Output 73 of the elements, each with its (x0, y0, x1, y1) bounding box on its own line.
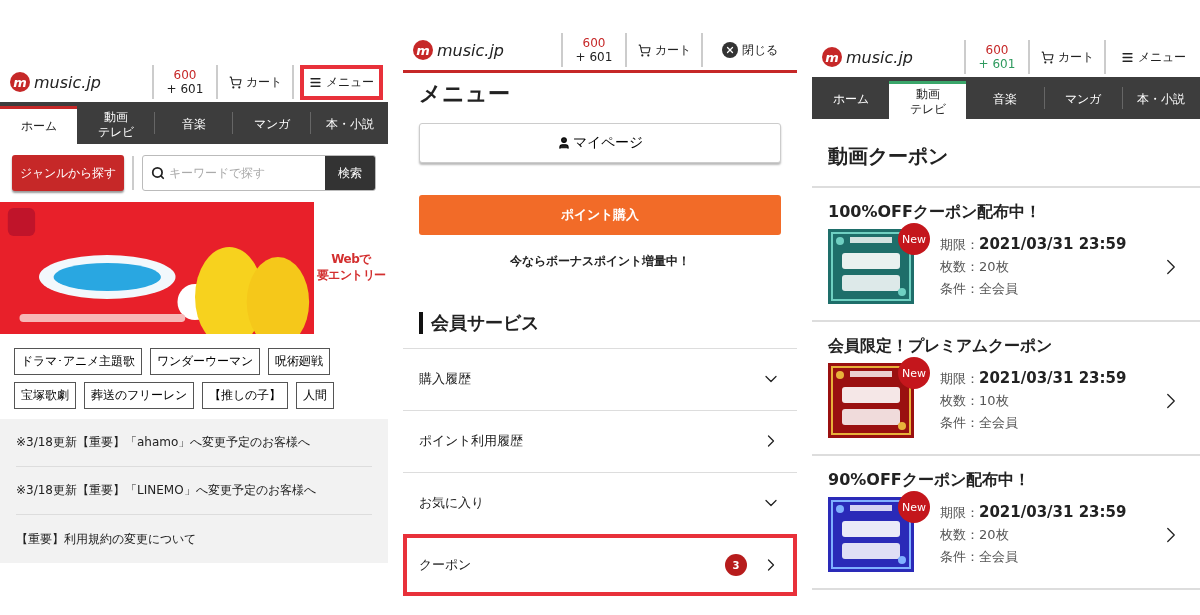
new-badge: New (898, 357, 930, 389)
count-badge: 3 (725, 554, 747, 577)
points-count: 600 (173, 67, 197, 82)
coupon-title: 100%OFFクーポン配布中！ (828, 202, 1042, 223)
nav-tab[interactable]: ホーム (0, 106, 77, 144)
coupon-row[interactable]: 会員限定！プレミアムクーポン New 期限：2021/03/31 23:59 枚数：10枚 条件：全会員 (812, 322, 1200, 456)
logo-mark: m (10, 72, 30, 92)
keyword-tag[interactable]: ドラマ･アニメ主題歌 (14, 348, 142, 375)
logo: music.jp (437, 40, 504, 60)
keyword-tag[interactable]: 葬送のフリーレン (84, 382, 194, 409)
coupon-title: 90%OFFクーポン配布中！ (828, 470, 1031, 491)
logo: music.jp (34, 72, 101, 92)
coupon-row[interactable]: 100%OFFクーポン配布中！ New 期限：2021/03/31 23:59 枚数：20枚 条件：全会員 (812, 188, 1200, 322)
menu-button[interactable]: メニュー (299, 64, 383, 100)
bonus-points: + 601 (166, 82, 204, 97)
menu-item-label: ポイント利用履歴 (419, 432, 524, 451)
expiry-label: 期限： (940, 504, 979, 522)
search-button[interactable]: 検索 (325, 156, 375, 190)
keyword-tag[interactable]: 宝塚歌劇 (14, 382, 76, 409)
bonus-points: + 601 (575, 50, 613, 65)
coupon-count: 枚数：20枚 (940, 526, 1010, 544)
banner-note: Webで (331, 252, 371, 268)
logo: music.jp (846, 47, 913, 67)
menu-item[interactable]: クーポン 3 (403, 533, 797, 596)
nav-tab[interactable]: ホーム (812, 77, 890, 119)
logo-mark: m (413, 40, 433, 60)
nav-tab[interactable]: 本・小説 (311, 102, 388, 144)
keyword-tag[interactable]: ワンダーウーマン (150, 348, 260, 375)
coupon-count: 枚数：20枚 (940, 258, 1010, 276)
page-title: 動画クーポン (812, 119, 1200, 188)
notice-link[interactable]: 【重要】利用規約の変更について (16, 515, 372, 563)
coupon-condition: 条件：全会員 (940, 414, 1019, 432)
expiry-date: 2021/03/31 23:59 (979, 369, 1127, 387)
menu-item[interactable]: 購入履歴 (403, 347, 797, 410)
banner-note: 要エントリー (316, 268, 386, 284)
menu-title: メニュー (419, 80, 511, 108)
nav-tab[interactable]: 本・小説 (1122, 77, 1200, 119)
menu-item[interactable]: お気に入り (403, 471, 797, 534)
notice-link[interactable]: ※3/18更新【重要】「ahamo」へ変更予定のお客様へ (16, 419, 372, 467)
expiry-date: 2021/03/31 23:59 (979, 235, 1127, 253)
section-title: 会員サービス (419, 312, 781, 334)
nav-tab[interactable]: 動画 テレビ (77, 102, 154, 144)
menu-item-label: お気に入り (419, 494, 485, 513)
bonus-note: 今ならボーナスポイント増量中！ (509, 253, 691, 270)
logo-mark: m (822, 47, 842, 67)
coupon-condition: 条件：全会員 (940, 280, 1019, 298)
expiry-label: 期限： (940, 236, 979, 254)
nav-tab[interactable]: 音楽 (966, 77, 1044, 119)
coupon-title: 会員限定！プレミアムクーポン (828, 336, 1053, 357)
coupon-count: 枚数：10枚 (940, 392, 1010, 410)
coupon-condition: 条件：全会員 (940, 548, 1019, 566)
coupon-row[interactable]: 90%OFFクーポン配布中！ New 期限：2021/03/31 23:59 枚数：20枚 条件：全会員 (812, 456, 1200, 590)
expiry-date: 2021/03/31 23:59 (979, 503, 1127, 521)
menu-item-label: クーポン (419, 556, 472, 575)
nav-tab[interactable]: 動画 テレビ (889, 81, 967, 119)
search-field[interactable]: キーワードで探す 検索 (142, 155, 376, 191)
keyword-tag[interactable]: 【推しの子】 (202, 382, 288, 409)
menu-item[interactable]: ポイント利用履歴 (403, 409, 797, 472)
bonus-points: + 601 (978, 57, 1016, 72)
notice-link[interactable]: ※3/18更新【重要】「LINEMO」へ変更予定のお客様へ (16, 467, 372, 515)
nav-tab[interactable]: マンガ (233, 102, 310, 144)
points-count: 600 (582, 35, 606, 50)
nav-tab[interactable]: 音楽 (155, 102, 232, 144)
new-badge: New (898, 223, 930, 255)
new-badge: New (898, 491, 930, 523)
genre-button[interactable]: ジャンルから探す (12, 155, 124, 191)
keyword-tag[interactable]: 呪術廻戦 (268, 348, 330, 375)
menu-item-label: 購入履歴 (419, 370, 472, 389)
keyword-tag[interactable]: 人間 (296, 382, 334, 409)
expiry-label: 期限： (940, 370, 979, 388)
points-count: 600 (985, 42, 1009, 57)
nav-tab[interactable]: マンガ (1044, 77, 1122, 119)
mypage-button[interactable]: マイページ (419, 123, 781, 163)
